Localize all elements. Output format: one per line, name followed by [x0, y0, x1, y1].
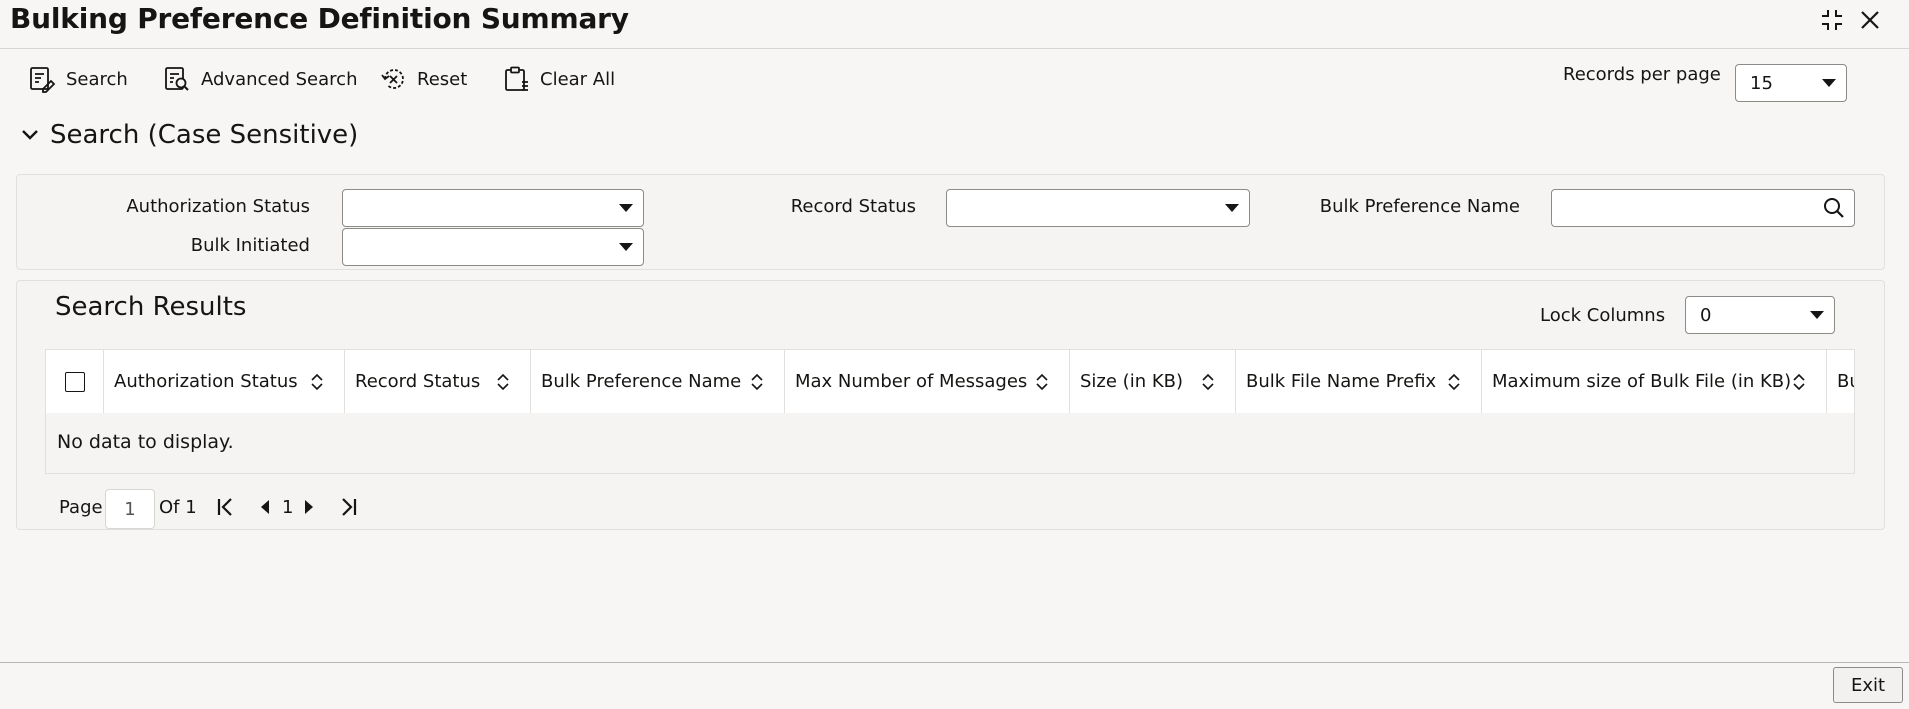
column-header-bulk-preference-name[interactable]: Bulk Preference Name	[531, 350, 785, 413]
sort-icon[interactable]	[1201, 372, 1215, 392]
column-header-bulk-file-name-prefix[interactable]: Bulk File Name Prefix	[1236, 350, 1482, 413]
previous-page-icon[interactable]	[258, 498, 272, 516]
column-header-max-number-of-messages[interactable]: Max Number of Messages	[785, 350, 1070, 413]
advanced-search-icon	[165, 67, 189, 91]
sort-icon[interactable]	[750, 372, 764, 392]
footer-divider	[0, 662, 1909, 663]
clear-all-button[interactable]: Clear All	[502, 62, 615, 96]
page-label: Page	[59, 497, 103, 518]
column-header-maximum-size-of-bulk-file[interactable]: Maximum size of Bulk File (in KB)	[1482, 350, 1827, 413]
chevron-down-icon	[1810, 311, 1824, 319]
column-header-size-in-kb[interactable]: Size (in KB)	[1070, 350, 1236, 413]
sort-icon[interactable]	[310, 372, 324, 392]
records-per-page-select[interactable]: 15	[1735, 64, 1847, 102]
bulk-preference-name-input[interactable]	[1551, 189, 1855, 227]
sort-icon[interactable]	[496, 372, 510, 392]
sort-icon[interactable]	[1035, 372, 1049, 392]
results-heading: Search Results	[55, 292, 247, 322]
chevron-down-icon	[1225, 204, 1239, 212]
column-header-label: Max Number of Messages	[795, 371, 1028, 392]
reset-icon	[381, 69, 404, 89]
clipboard-icon	[505, 66, 528, 91]
table-body: No data to display.	[46, 413, 1854, 473]
results-table: Authorization Status Record Status Bulk …	[45, 349, 1855, 474]
select-all-checkbox[interactable]	[64, 371, 85, 392]
lock-columns-value: 0	[1700, 304, 1712, 326]
search-section-heading: Search (Case Sensitive)	[50, 120, 359, 150]
authorization-status-select[interactable]	[342, 189, 644, 227]
lock-columns-label: Lock Columns	[1540, 305, 1666, 326]
records-per-page-label: Records per page	[1563, 64, 1721, 85]
records-per-page-value: 15	[1750, 72, 1773, 94]
minimize-icon[interactable]	[1818, 6, 1846, 34]
select-all-cell	[46, 350, 104, 413]
advanced-search-button[interactable]: Advanced Search	[163, 62, 357, 96]
sort-icon[interactable]	[1792, 372, 1806, 392]
bulk-preference-name-label: Bulk Preference Name	[1319, 196, 1520, 217]
page-input[interactable]: 1	[105, 489, 155, 529]
sort-icon[interactable]	[1447, 372, 1461, 392]
clear-all-button-label: Clear All	[540, 68, 616, 90]
record-status-label: Record Status	[790, 196, 916, 217]
column-header-label: Maximum size of Bulk File (in KB)	[1492, 371, 1792, 392]
chevron-down-icon	[22, 130, 38, 140]
header-divider	[0, 48, 1909, 49]
first-page-icon[interactable]	[215, 495, 237, 519]
column-header-record-status[interactable]: Record Status	[345, 350, 531, 413]
advanced-search-button-label: Advanced Search	[201, 68, 358, 90]
page-number: 1	[282, 497, 294, 518]
search-icon[interactable]	[1822, 196, 1846, 220]
bulk-initiated-select[interactable]	[342, 228, 644, 266]
column-header-label: Record Status	[355, 371, 481, 392]
exit-button[interactable]: Exit	[1833, 667, 1903, 703]
empty-message: No data to display.	[57, 431, 234, 453]
table-header-row: Authorization Status Record Status Bulk …	[46, 350, 1854, 414]
lock-columns-select[interactable]: 0	[1685, 296, 1835, 334]
chevron-down-icon	[619, 204, 633, 212]
column-header-label: Bu	[1837, 371, 1854, 392]
page-of-label: Of 1	[159, 497, 197, 518]
next-page-icon[interactable]	[302, 498, 316, 516]
column-header-label: Bulk File Name Prefix	[1246, 371, 1437, 392]
close-icon[interactable]	[1856, 6, 1884, 34]
reset-button[interactable]: Reset	[379, 62, 467, 96]
search-section-toggle[interactable]: Search (Case Sensitive)	[20, 120, 358, 150]
column-header-label: Size (in KB)	[1080, 371, 1183, 392]
exit-button-label: Exit	[1850, 674, 1886, 696]
authorization-status-label: Authorization Status	[126, 196, 310, 217]
last-page-icon[interactable]	[337, 495, 359, 519]
column-header-bulk-initiated[interactable]: Bu	[1827, 350, 1854, 413]
record-status-select[interactable]	[946, 189, 1250, 227]
column-header-authorization-status[interactable]: Authorization Status	[104, 350, 345, 413]
page-title: Bulking Preference Definition Summary	[10, 2, 629, 35]
chevron-down-icon	[619, 243, 633, 251]
page-input-value: 1	[124, 498, 136, 520]
chevron-down-icon	[1822, 79, 1836, 87]
column-header-label: Authorization Status	[114, 371, 298, 392]
search-button-label: Search	[66, 68, 128, 90]
search-button[interactable]: Search	[28, 62, 128, 96]
column-header-label: Bulk Preference Name	[541, 371, 742, 392]
bulk-initiated-label: Bulk Initiated	[190, 235, 310, 256]
reset-button-label: Reset	[417, 68, 468, 90]
search-doc-icon	[30, 67, 56, 93]
